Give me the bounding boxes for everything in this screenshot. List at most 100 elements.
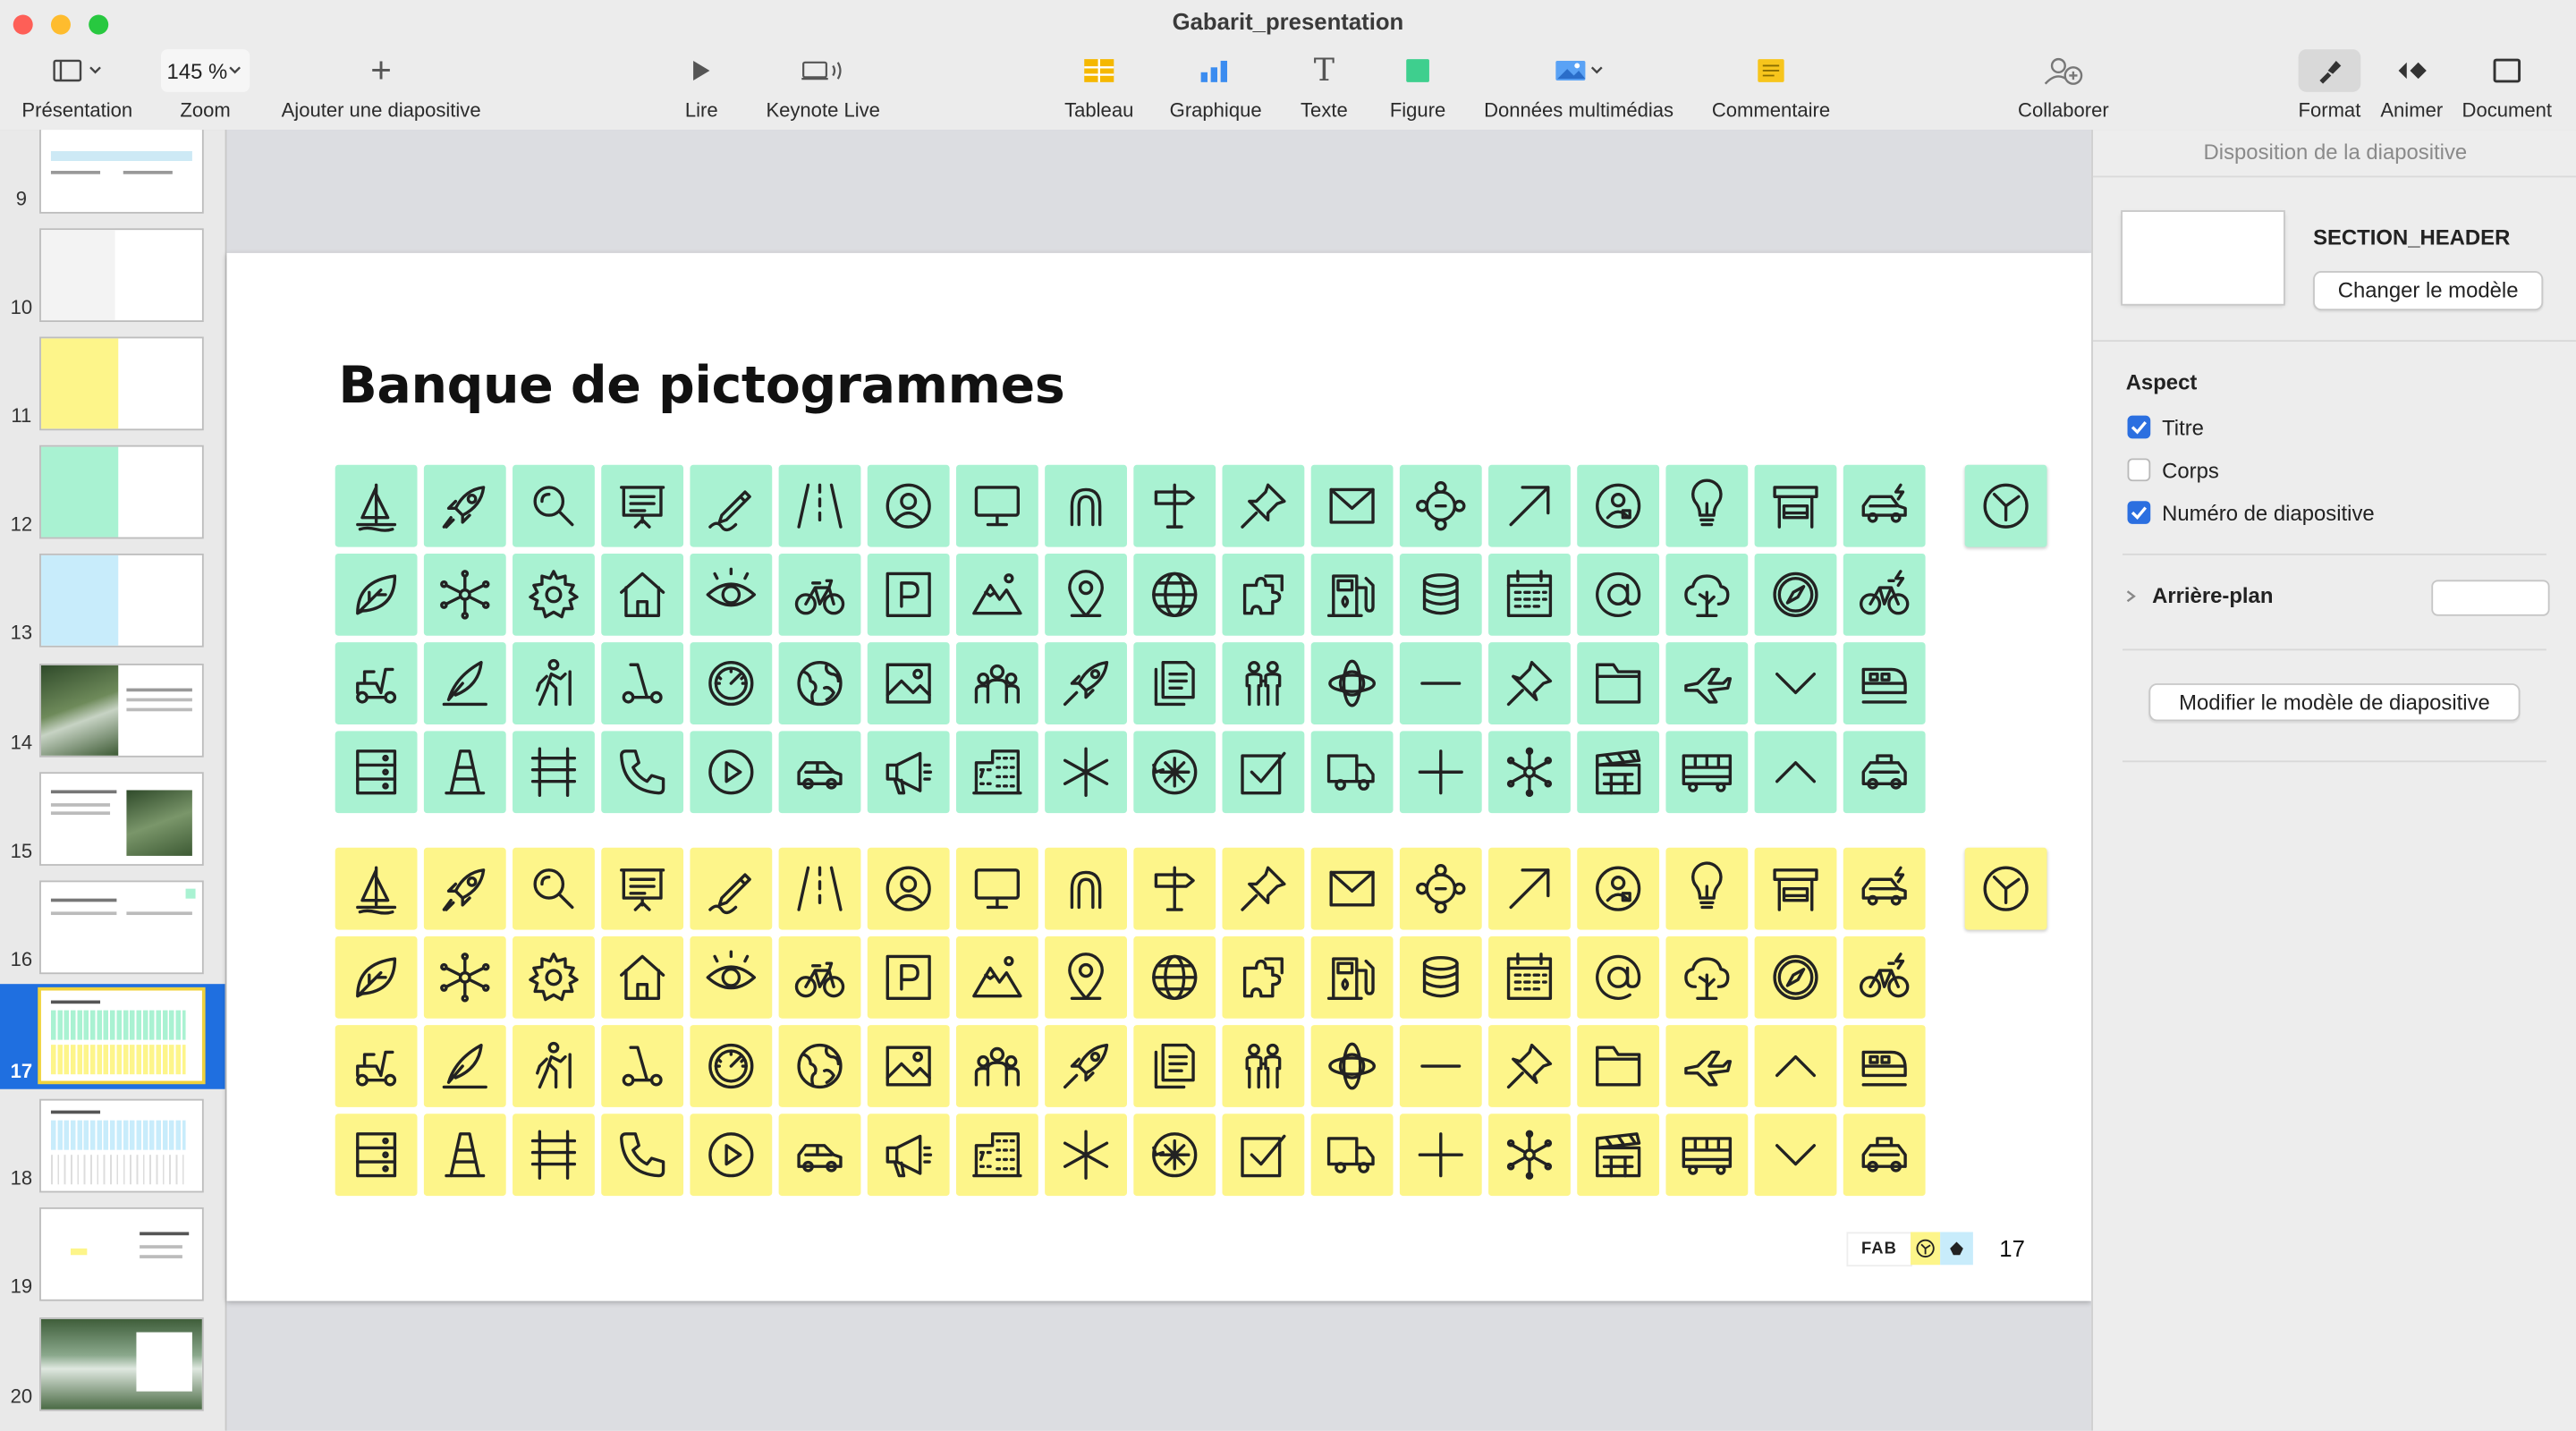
pictogram-tile[interactable] bbox=[513, 1025, 595, 1107]
pictogram-tile[interactable] bbox=[1754, 1113, 1837, 1197]
pictogram-tile[interactable] bbox=[1843, 642, 1926, 724]
pictogram-tile[interactable] bbox=[1045, 847, 1127, 930]
pictogram-tile[interactable] bbox=[1310, 553, 1394, 636]
pictogram-tile[interactable] bbox=[1399, 464, 1482, 547]
background-section-label[interactable]: Arrière-plan bbox=[2152, 583, 2273, 608]
text-button[interactable]: T Texte bbox=[1294, 49, 1353, 122]
pictogram-tile[interactable] bbox=[1488, 464, 1571, 547]
pictogram-tile[interactable] bbox=[1133, 553, 1216, 636]
pictogram-tile[interactable] bbox=[1045, 1025, 1127, 1107]
slide-thumbnail-14[interactable]: 14 bbox=[0, 659, 225, 761]
pictogram-tile[interactable] bbox=[513, 847, 595, 930]
pictogram-tile[interactable] bbox=[690, 553, 773, 636]
pictogram-tile[interactable] bbox=[1754, 642, 1837, 724]
pictogram-tile[interactable] bbox=[1399, 553, 1482, 636]
pictogram-tile[interactable] bbox=[423, 936, 506, 1019]
pictogram-tile[interactable] bbox=[1577, 553, 1660, 636]
pictogram-tile[interactable] bbox=[513, 731, 595, 814]
pictogram-tile[interactable] bbox=[1665, 464, 1749, 547]
pictogram-tile[interactable] bbox=[1665, 1025, 1749, 1107]
zoom-control[interactable]: 145 % Zoom bbox=[157, 49, 253, 122]
slide-thumbnail-17[interactable]: 17 bbox=[0, 984, 225, 1089]
edit-master-slide-button[interactable]: Modifier le modèle de diapositive bbox=[2148, 683, 2521, 722]
pictogram-tile[interactable] bbox=[1133, 731, 1216, 814]
pictogram-tile[interactable] bbox=[1754, 553, 1837, 636]
pictogram-tile[interactable] bbox=[1133, 1113, 1216, 1197]
pictogram-tile[interactable] bbox=[690, 1113, 773, 1197]
pictogram-tile[interactable] bbox=[1577, 731, 1660, 814]
pictogram-tile[interactable] bbox=[867, 936, 950, 1019]
pictogram-tile[interactable] bbox=[601, 464, 684, 547]
pictogram-tile[interactable] bbox=[1133, 1025, 1216, 1107]
pictogram-tile[interactable] bbox=[1577, 1113, 1660, 1197]
pictogram-tile[interactable] bbox=[1222, 553, 1305, 636]
pictogram-tile[interactable] bbox=[601, 731, 684, 814]
pictogram-tile[interactable] bbox=[1310, 1025, 1394, 1107]
pictogram-tile[interactable] bbox=[867, 464, 950, 547]
slide-number-checkbox[interactable] bbox=[2127, 501, 2151, 524]
pictogram-tile[interactable] bbox=[1488, 1113, 1571, 1197]
slide-thumbnail-10[interactable]: 10 bbox=[0, 224, 225, 326]
pictogram-tile[interactable] bbox=[1310, 731, 1394, 814]
pictogram-tile[interactable] bbox=[335, 936, 418, 1019]
pictogram-tile[interactable] bbox=[1399, 642, 1482, 724]
pictogram-tile[interactable] bbox=[1045, 936, 1127, 1019]
pictogram-tile[interactable] bbox=[1133, 847, 1216, 930]
pictogram-tile[interactable] bbox=[1665, 731, 1749, 814]
pictogram-tile[interactable] bbox=[778, 642, 861, 724]
inspector-tab-slide-layout[interactable]: Disposition de la diapositive bbox=[2092, 130, 2576, 178]
change-template-button[interactable]: Changer le modèle bbox=[2313, 271, 2544, 311]
pictogram-tile[interactable] bbox=[1577, 464, 1660, 547]
slide-thumbnail-16[interactable]: 16 bbox=[0, 876, 225, 978]
pictogram-tile[interactable] bbox=[955, 642, 1038, 724]
keynote-live-button[interactable]: Keynote Live bbox=[760, 49, 886, 122]
pictogram-tile[interactable] bbox=[955, 847, 1038, 930]
pictogram-tile[interactable] bbox=[1488, 1025, 1571, 1107]
animate-button[interactable]: Animer bbox=[2376, 49, 2448, 122]
pictogram-tile[interactable] bbox=[867, 847, 950, 930]
pictogram-tile[interactable] bbox=[1310, 847, 1394, 930]
table-button[interactable]: Tableau bbox=[1058, 49, 1140, 122]
pictogram-tile[interactable] bbox=[1045, 464, 1127, 547]
pictogram-tile[interactable] bbox=[1399, 936, 1482, 1019]
add-slide-button[interactable]: + Ajouter une diapositive bbox=[273, 49, 489, 122]
pictogram-tile[interactable] bbox=[335, 1113, 418, 1197]
zoom-select[interactable]: 145 % bbox=[160, 49, 250, 92]
pictogram-tile[interactable] bbox=[778, 553, 861, 636]
pictogram-tile[interactable] bbox=[1399, 1113, 1482, 1197]
pictogram-tile[interactable] bbox=[1843, 1113, 1926, 1197]
format-button[interactable]: Format bbox=[2293, 49, 2366, 122]
pictogram-tile[interactable] bbox=[1045, 553, 1127, 636]
pictogram-tile[interactable] bbox=[335, 464, 418, 547]
pictogram-tile[interactable] bbox=[423, 847, 506, 930]
pictogram-tile[interactable] bbox=[335, 1025, 418, 1107]
pictogram-tile[interactable] bbox=[1577, 936, 1660, 1019]
pictogram-tile[interactable] bbox=[1045, 1113, 1127, 1197]
pictogram-tile[interactable] bbox=[690, 642, 773, 724]
slide-title[interactable]: Banque de pictogrammes bbox=[338, 357, 1064, 416]
pictogram-tile[interactable] bbox=[1665, 553, 1749, 636]
title-checkbox[interactable] bbox=[2127, 415, 2151, 439]
slide-canvas[interactable]: Banque de pictogrammes FAB 17 bbox=[226, 130, 2092, 1431]
pictogram-tile[interactable] bbox=[778, 464, 861, 547]
pictogram-tile[interactable] bbox=[601, 1113, 684, 1197]
pictogram-tile[interactable] bbox=[1843, 1025, 1926, 1107]
pictogram-tile[interactable] bbox=[1488, 847, 1571, 930]
pictogram-tile[interactable] bbox=[1665, 936, 1749, 1019]
shape-button[interactable]: Figure bbox=[1384, 49, 1453, 122]
pictogram-tile[interactable] bbox=[601, 553, 684, 636]
pictogram-tile[interactable] bbox=[423, 1025, 506, 1107]
disclosure-chevron-icon[interactable] bbox=[2123, 588, 2139, 605]
pictogram-tile[interactable] bbox=[955, 936, 1038, 1019]
pictogram-tile[interactable] bbox=[1843, 936, 1926, 1019]
play-button[interactable]: Lire bbox=[674, 49, 729, 122]
pictogram-tile[interactable] bbox=[690, 847, 773, 930]
pictogram-tile[interactable] bbox=[955, 464, 1038, 547]
pictogram-tile[interactable] bbox=[601, 642, 684, 724]
pictogram-tile[interactable] bbox=[1754, 464, 1837, 547]
pictogram-tile[interactable] bbox=[1310, 936, 1394, 1019]
pictogram-tile[interactable] bbox=[1843, 553, 1926, 636]
pictogram-tile[interactable] bbox=[601, 847, 684, 930]
pictogram-tile[interactable] bbox=[867, 731, 950, 814]
pictogram-tile[interactable] bbox=[1133, 464, 1216, 547]
